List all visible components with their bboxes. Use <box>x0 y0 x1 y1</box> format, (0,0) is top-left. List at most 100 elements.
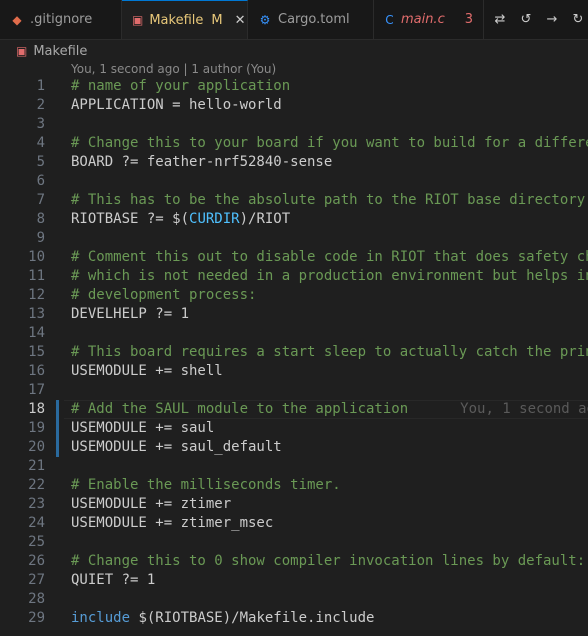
line-number: 16 <box>28 363 45 379</box>
code-line[interactable]: 15 # This board requires a start sleep to… <box>0 343 588 362</box>
code-line[interactable]: 6 <box>0 172 588 191</box>
code-line[interactable]: 3 <box>0 115 588 134</box>
code-token: # which is not needed in a production en… <box>71 268 588 284</box>
code-token: # This has to be the absolute path to th… <box>71 192 588 208</box>
code-token: DEVELHELP ?= 1 <box>71 306 190 322</box>
code-token: # This board requires a start sleep to a… <box>71 344 588 360</box>
line-number: 27 <box>28 572 45 588</box>
open-changes-icon[interactable]: ↺ <box>518 12 534 27</box>
tab-status-badge: M <box>211 12 223 28</box>
line-number: 4 <box>36 135 45 151</box>
code-token: CURDIR <box>189 211 240 227</box>
code-line[interactable]: 25 <box>0 533 588 552</box>
code-line[interactable]: 7 # This has to be the absolute path to t… <box>0 191 588 210</box>
code-line[interactable]: 21 <box>0 457 588 476</box>
code-line[interactable]: 14 <box>0 324 588 343</box>
git-change-marker[interactable] <box>56 400 59 419</box>
line-number: 1 <box>36 78 45 94</box>
code-token: APPLICATION = hello-world <box>71 97 282 113</box>
code-line[interactable]: 1 # name of your application <box>0 77 588 96</box>
code-line[interactable]: 17 <box>0 381 588 400</box>
code-token: QUIET ?= 1 <box>71 572 156 588</box>
code-editor[interactable]: 1 # name of your application 2 APPLICATION … <box>0 77 588 636</box>
close-icon[interactable]: ✕ <box>235 13 246 28</box>
line-number: 7 <box>36 192 45 208</box>
tab-main-c[interactable]: Cmain.c 3 <box>374 0 484 39</box>
code-token: USEMODULE += ztimer <box>71 496 232 512</box>
tab-cargo-toml[interactable]: ⚙ Cargo.toml <box>248 0 374 39</box>
code-text: APPLICATION = hello-world <box>71 96 282 115</box>
breadcrumb-file[interactable]: Makefile <box>33 44 87 59</box>
code-token: RIOTBASE ?= $( <box>71 211 190 227</box>
code-line[interactable]: 18 # Add the SAUL module to the applicati… <box>0 400 588 419</box>
code-line[interactable]: 19 USEMODULE += saul <box>0 419 588 438</box>
code-token: USEMODULE += saul_default <box>71 439 282 455</box>
code-line[interactable]: 27 QUIET ?= 1 <box>0 571 588 590</box>
code-text: # This board requires a start sleep to a… <box>71 343 588 362</box>
code-text: # Change this to 0 show compiler invocat… <box>71 552 585 571</box>
line-number: 25 <box>28 534 45 550</box>
line-number: 15 <box>28 344 45 360</box>
code-token: USEMODULE += saul <box>71 420 215 436</box>
tab-label: Makefile <box>149 12 204 28</box>
tab-gitignore[interactable]: ◆ .gitignore <box>0 0 122 39</box>
code-text: # This has to be the absolute path to th… <box>71 191 588 210</box>
line-number: 3 <box>36 116 45 132</box>
code-token: # Add the SAUL module to the application <box>71 401 409 417</box>
code-text: USEMODULE += ztimer_msec <box>71 514 273 533</box>
tab-label: main.c <box>400 12 445 27</box>
line-number: 23 <box>28 496 45 512</box>
code-line[interactable]: 9 <box>0 229 588 248</box>
previous-change-icon[interactable]: ↻ <box>570 12 586 27</box>
git-change-marker[interactable] <box>56 419 59 438</box>
next-change-icon[interactable]: → <box>544 12 560 27</box>
code-line[interactable]: 16 USEMODULE += shell <box>0 362 588 381</box>
makefile-icon: ▣ <box>132 13 144 27</box>
compare-changes-icon[interactable]: ⇄ <box>492 12 508 27</box>
code-line[interactable]: 10 # Comment this out to disable code in … <box>0 248 588 267</box>
code-token: # name of your application <box>71 78 291 94</box>
code-text: # name of your application <box>71 77 290 96</box>
code-text: # development process: <box>71 286 256 305</box>
code-token: include <box>71 610 131 626</box>
code-token: USEMODULE += shell <box>71 363 223 379</box>
code-line[interactable]: 13 DEVELHELP ?= 1 <box>0 305 588 324</box>
code-line[interactable]: 23 USEMODULE += ztimer <box>0 495 588 514</box>
code-text: BOARD ?= feather-nrf52840-sense <box>71 153 332 172</box>
code-line[interactable]: 4 # Change this to your board if you want… <box>0 134 588 153</box>
code-text: RIOTBASE ?= $(CURDIR)/RIOT <box>71 210 290 229</box>
gear-icon: ⚙ <box>259 12 271 27</box>
code-line[interactable]: 20 USEMODULE += saul_default <box>0 438 588 457</box>
line-number: 19 <box>28 420 45 436</box>
code-line[interactable]: 28 <box>0 590 588 609</box>
line-number: 14 <box>28 325 45 341</box>
code-line[interactable]: 5 BOARD ?= feather-nrf52840-sense <box>0 153 588 172</box>
code-text: QUIET ?= 1 <box>71 571 155 590</box>
inline-blame[interactable]: You, 1 second ago <box>460 401 588 417</box>
code-line[interactable]: 29 include $(RIOTBASE)/Makefile.include <box>0 609 588 628</box>
breadcrumb[interactable]: ▣ Makefile <box>0 40 588 62</box>
line-number: 6 <box>36 173 45 189</box>
tab-makefile[interactable]: ▣ Makefile M ✕ <box>122 0 248 39</box>
line-number: 22 <box>28 477 45 493</box>
line-number: 12 <box>28 287 45 303</box>
code-line[interactable]: 2 APPLICATION = hello-world <box>0 96 588 115</box>
editor-actions: ⇄ ↺ → ↻ <box>484 0 586 39</box>
code-line[interactable]: 26 # Change this to 0 show compiler invoc… <box>0 552 588 571</box>
blame-codelens[interactable]: You, 1 second ago | 1 author (You) <box>71 62 276 78</box>
code-line[interactable]: 11 # which is not needed in a production … <box>0 267 588 286</box>
git-icon: ◆ <box>12 12 22 27</box>
code-token: # Change this to 0 show compiler invocat… <box>71 553 586 569</box>
code-line[interactable]: 12 # development process: <box>0 286 588 305</box>
code-text: USEMODULE += saul_default <box>71 438 282 457</box>
line-number: 18 <box>28 401 45 417</box>
code-line[interactable]: 8 RIOTBASE ?= $(CURDIR)/RIOT <box>0 210 588 229</box>
code-text: # Add the SAUL module to the application… <box>71 400 588 419</box>
tab-bar: ◆ .gitignore ▣ Makefile M ✕ ⚙ Cargo.toml Cmain.c… <box>0 0 588 40</box>
code-text: USEMODULE += shell <box>71 362 223 381</box>
code-line[interactable]: 24 USEMODULE += ztimer_msec <box>0 514 588 533</box>
line-number: 24 <box>28 515 45 531</box>
code-line[interactable]: 22 # Enable the milliseconds timer. <box>0 476 588 495</box>
git-change-marker[interactable] <box>56 438 59 457</box>
code-text: USEMODULE += saul <box>71 419 214 438</box>
